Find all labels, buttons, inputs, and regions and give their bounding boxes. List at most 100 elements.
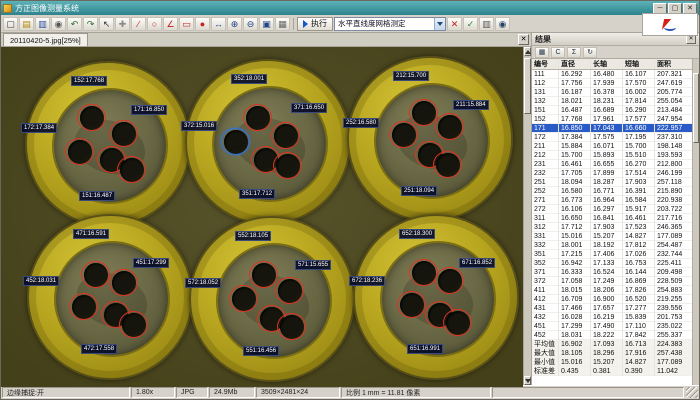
image-pane: 20110420-5.jpg[25%] ✕ 152:17.768172:17.3…	[1, 33, 531, 385]
measurement-label: 252:16.580	[343, 118, 379, 128]
minimize-button[interactable]: ─	[653, 3, 667, 14]
scroll-up-icon[interactable]	[524, 47, 531, 56]
table-cell: 17.299	[559, 322, 591, 331]
results-toolbar: ▦CΣ↻	[532, 46, 699, 59]
main-toolbar: ▢▤▥◉↶↷↖✚∕○∠▭●↔⊕⊖▣▦ 执行 水平直线度网格测定 ✕✓▥◉	[1, 15, 699, 33]
execute-button[interactable]: 执行	[297, 17, 333, 31]
zoom-fit-icon[interactable]: ▣	[259, 17, 274, 31]
table-cell: 17.705	[559, 169, 591, 178]
table-cell: 312	[532, 223, 559, 232]
line-tool-icon[interactable]: ∕	[131, 17, 146, 31]
table-cell: 201.753	[655, 313, 692, 322]
maximize-button[interactable]: ▢	[668, 3, 682, 14]
table-cell: 16.461	[559, 160, 591, 169]
zoom-in-icon[interactable]: ⊕	[227, 17, 242, 31]
table-cell: 451	[532, 322, 559, 331]
table-cell: 16.461	[623, 214, 655, 223]
scroll-down-icon[interactable]	[524, 376, 531, 385]
save-icon[interactable]: ▥	[35, 17, 50, 31]
table-cell: 15.884	[559, 142, 591, 151]
tab-image-file[interactable]: 20110420-5.jpg[25%]	[3, 33, 88, 46]
open-folder-icon[interactable]: ▤	[19, 17, 34, 31]
tab-close-icon[interactable]: ✕	[518, 34, 529, 45]
table-cell: 18.287	[591, 178, 623, 187]
table-cell: 17.826	[623, 286, 655, 295]
table-cell: 16.270	[623, 160, 655, 169]
toolbar-separator	[293, 18, 294, 30]
report-icon[interactable]: ▥	[479, 17, 494, 31]
table-cell: 132	[532, 97, 559, 106]
status-segments: 边缘捕捉:开1.80xJPG24.9Mb3509×2481×24比例 1 mm …	[1, 386, 685, 399]
distance-tool-icon[interactable]: ↔	[211, 17, 226, 31]
sigma-icon[interactable]: Σ	[567, 47, 581, 58]
pointer-icon[interactable]: ↖	[99, 17, 114, 31]
table-cell: 18.192	[591, 241, 623, 250]
zoom-out-icon[interactable]: ⊖	[243, 17, 258, 31]
table-cell: 最小值	[532, 358, 559, 367]
table-cell: 16.487	[559, 106, 591, 115]
measurement-label: 571:15.655	[295, 260, 331, 270]
table-cell: 平均值	[532, 340, 559, 349]
table-cell: 213.484	[655, 106, 692, 115]
table-cell: 15.893	[591, 151, 623, 160]
new-file-icon[interactable]: ▢	[3, 17, 18, 31]
table-cell: 222.957	[655, 124, 692, 133]
column-header[interactable]: 短轴	[623, 60, 655, 69]
red-fit-ellipse	[271, 122, 300, 149]
table-cell: 15.700	[559, 151, 591, 160]
column-header[interactable]: 直径	[559, 60, 591, 69]
camera-icon[interactable]: ◉	[51, 17, 66, 31]
measurement-label: 552:18.105	[235, 231, 271, 241]
table-cell: 171	[532, 124, 559, 133]
close-button[interactable]: ✕	[683, 3, 697, 14]
red-fit-ellipse	[65, 138, 94, 165]
status-file-size: 24.9Mb	[209, 387, 255, 398]
column-header[interactable]: 编号	[532, 60, 559, 69]
angle-tool-icon[interactable]: ∠	[163, 17, 178, 31]
point-tool-icon[interactable]: ●	[195, 17, 210, 31]
chevron-down-icon[interactable]	[434, 18, 445, 30]
table-cell: 17.712	[559, 223, 591, 232]
resize-grip[interactable]	[686, 387, 698, 398]
column-header[interactable]: 面积	[655, 60, 692, 69]
refresh-icon[interactable]: ↻	[583, 47, 597, 58]
grid-icon[interactable]: ▦	[275, 17, 290, 31]
copy-icon[interactable]: C	[551, 47, 565, 58]
canvas-vertical-scrollbar[interactable]	[523, 47, 531, 385]
table-cell: 17.899	[591, 169, 623, 178]
settings-icon[interactable]: ◉	[495, 17, 510, 31]
scroll-thumb[interactable]	[524, 58, 531, 114]
brand-logo	[642, 13, 698, 36]
table-cell: 16.391	[623, 187, 655, 196]
column-header[interactable]: 长轴	[591, 60, 623, 69]
table-cell: 16.333	[559, 268, 591, 277]
table-vertical-scrollbar[interactable]	[692, 59, 699, 385]
table-scroll-thumb[interactable]	[693, 73, 699, 143]
hole	[122, 313, 146, 337]
scroll-track[interactable]	[524, 56, 531, 376]
apply-icon[interactable]: ✓	[463, 17, 478, 31]
table-cell: 239.556	[655, 304, 692, 313]
redo-icon[interactable]: ↷	[83, 17, 98, 31]
export-table-icon[interactable]: ▦	[535, 47, 549, 58]
image-canvas[interactable]: 152:17.768172:17.384171:16.850151:16.487…	[1, 47, 523, 387]
red-fit-ellipse	[433, 151, 462, 178]
table-cell: 18.021	[559, 97, 591, 106]
table-cell: 331	[532, 232, 559, 241]
table-cell: 207.321	[655, 70, 692, 79]
measurement-label: 172:17.384	[21, 123, 57, 133]
delete-icon[interactable]: ✕	[447, 17, 462, 31]
table-header-row: 编号直径长轴短轴面积	[532, 59, 692, 70]
preset-combobox[interactable]: 水平直线度网格测定	[334, 17, 446, 31]
hole	[438, 115, 462, 139]
pan-hand-icon[interactable]: ✚	[115, 17, 130, 31]
rect-tool-icon[interactable]: ▭	[179, 17, 194, 31]
hole	[232, 287, 256, 311]
table-cell: 17.939	[591, 79, 623, 88]
measurement-label: 151:16.487	[79, 191, 115, 201]
undo-icon[interactable]: ↶	[67, 17, 82, 31]
table-cell: 最大值	[532, 349, 559, 358]
circle-tool-icon[interactable]: ○	[147, 17, 162, 31]
measurement-label: 572:18.052	[185, 278, 221, 288]
status-hint: 边缘捕捉:开	[2, 387, 130, 398]
